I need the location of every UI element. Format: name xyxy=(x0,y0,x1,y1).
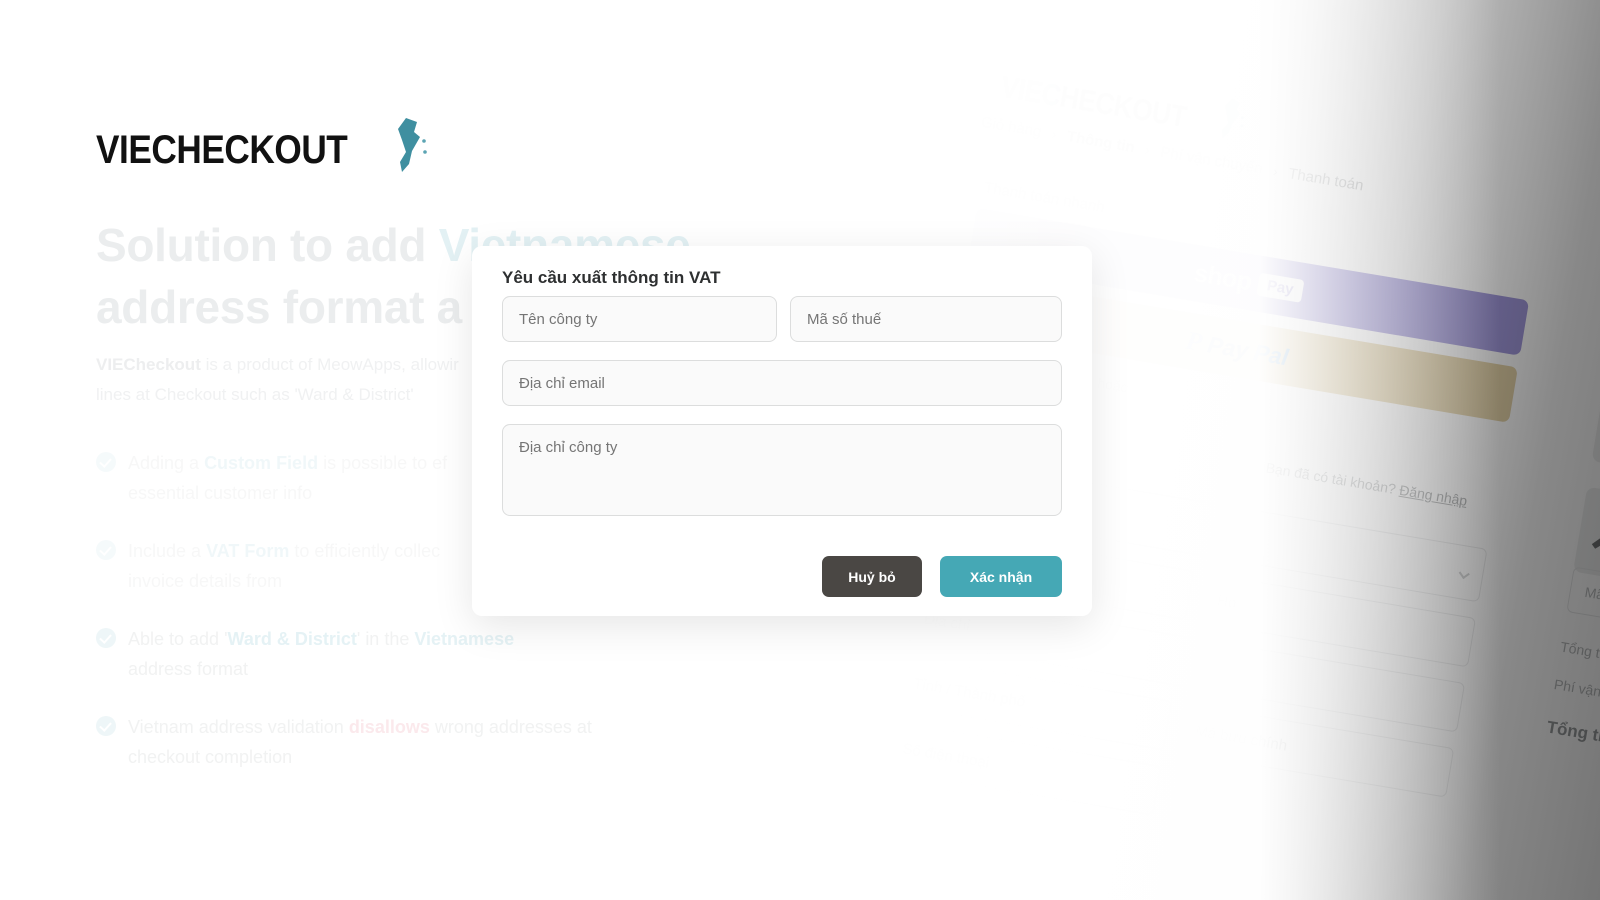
feature-text-line2: invoice details from xyxy=(128,571,283,591)
feature-keyword: Ward & District xyxy=(227,629,357,649)
feature-keyword-2: Vietnamese xyxy=(414,629,515,649)
account-note-text: Bạn đã có tài khoản? xyxy=(1264,459,1398,497)
login-link[interactable]: Đăng nhập xyxy=(1398,482,1468,509)
feature-text-line2: address format xyxy=(128,659,249,679)
check-circle-icon xyxy=(96,628,116,648)
chevron-right-icon: › xyxy=(1272,163,1279,180)
subtotal-label: Tổng tiền hàng xyxy=(1559,638,1600,670)
feature-keyword: disallows xyxy=(348,717,430,737)
breadcrumb-cart[interactable]: Giỏ hàng xyxy=(980,114,1043,141)
feature-text-pre: Adding a xyxy=(128,453,205,473)
check-circle-icon xyxy=(96,716,116,736)
shop-pay-wordmark: shop xyxy=(1192,258,1254,296)
headline-part2: address format a xyxy=(96,281,462,333)
chevron-right-icon: › xyxy=(1050,126,1058,143)
shop-pay-badge: Pay xyxy=(1256,272,1305,303)
feature-text-post: to efficiently collec xyxy=(289,541,441,561)
subtitle-brand: VIECheckout xyxy=(96,355,201,374)
feature-text-pre: Able to add ' xyxy=(128,629,228,649)
check-circle-icon xyxy=(96,452,116,472)
headline-part1: Solution to add xyxy=(96,219,439,271)
feature-text-pre: Vietnam address validation xyxy=(128,717,349,737)
vietnam-map-icon xyxy=(1221,98,1244,138)
paypal-icon: P xyxy=(1183,325,1205,357)
breadcrumb-payment[interactable]: Thanh toán xyxy=(1287,165,1365,194)
check-circle-icon xyxy=(96,540,116,560)
feature-keyword: Custom Field xyxy=(204,453,319,473)
product-thumbnail-snake-plant: 1 xyxy=(1591,376,1600,476)
company-address-textarea[interactable] xyxy=(502,424,1062,516)
subtitle-rest: is a product of MeowApps, allowir xyxy=(200,355,459,374)
modal-title: Yêu cầu xuất thông tin VAT xyxy=(502,268,721,287)
chevron-down-icon xyxy=(1458,567,1470,580)
feature-item-ward-district: Able to add 'Ward & District' in the Vie… xyxy=(96,624,696,684)
or-divider-label: hoặc xyxy=(1096,374,1130,396)
cancel-button[interactable]: Huỷ bỏ xyxy=(822,556,922,597)
mockup-logo-checkout: CHECKOUT xyxy=(1039,77,1189,135)
company-name-input[interactable] xyxy=(502,296,777,342)
express-checkout-label: Thanh toán nhanh xyxy=(982,179,1106,217)
feature-text-pre: Include a xyxy=(128,541,207,561)
feature-text-line2: checkout completion xyxy=(128,747,293,767)
feature-text-post: is possible to ef xyxy=(318,453,448,473)
account-login-note: Bạn đã có tài khoản? Đăng nhập xyxy=(1265,459,1469,508)
feature-keyword: VAT Form xyxy=(206,541,290,561)
email-input[interactable] xyxy=(502,360,1062,406)
mockup-logo-vie: VIE xyxy=(998,70,1045,111)
paypal-pal-text: Pal xyxy=(1252,338,1291,370)
app-screen: VIECHECKOUT Giỏ hàng › Thông tin › Phí v… xyxy=(0,0,1600,900)
vat-request-modal: Yêu cầu xuất thông tin VAT Huỷ bỏ Xác nh… xyxy=(472,246,1092,616)
vietnam-map-icon xyxy=(397,118,427,172)
subtitle-line2: lines at Checkout such as 'Ward & Distri… xyxy=(96,385,414,404)
grand-total-label: Tổng tiền đơn hàng xyxy=(1545,717,1600,762)
tax-code-input[interactable] xyxy=(790,296,1062,342)
feature-text-line2: essential customer info xyxy=(128,483,313,503)
brand-logo: VIECHECKOUT xyxy=(96,116,428,172)
feature-text-post: ' in the xyxy=(356,629,415,649)
feature-text-post: wrong addresses at xyxy=(429,717,592,737)
shipping-label: Phí vận chuyển xyxy=(1552,676,1600,708)
breadcrumb-shipping[interactable]: Phí vận chuyển xyxy=(1159,144,1264,178)
paypal-pay-text: Pay xyxy=(1205,330,1251,364)
logo-text: VIECHECKOUT xyxy=(96,128,348,172)
logo-checkout: CHECKOUT xyxy=(151,128,348,172)
logo-vie: VIE xyxy=(96,128,152,172)
snake-plant-icon xyxy=(1592,376,1600,475)
feature-item-validation: Vietnam address validation disallows wro… xyxy=(96,712,696,772)
confirm-button[interactable]: Xác nhận xyxy=(940,556,1062,597)
breadcrumb-information[interactable]: Thông tin xyxy=(1066,128,1136,156)
chevron-right-icon: › xyxy=(1144,142,1151,158)
